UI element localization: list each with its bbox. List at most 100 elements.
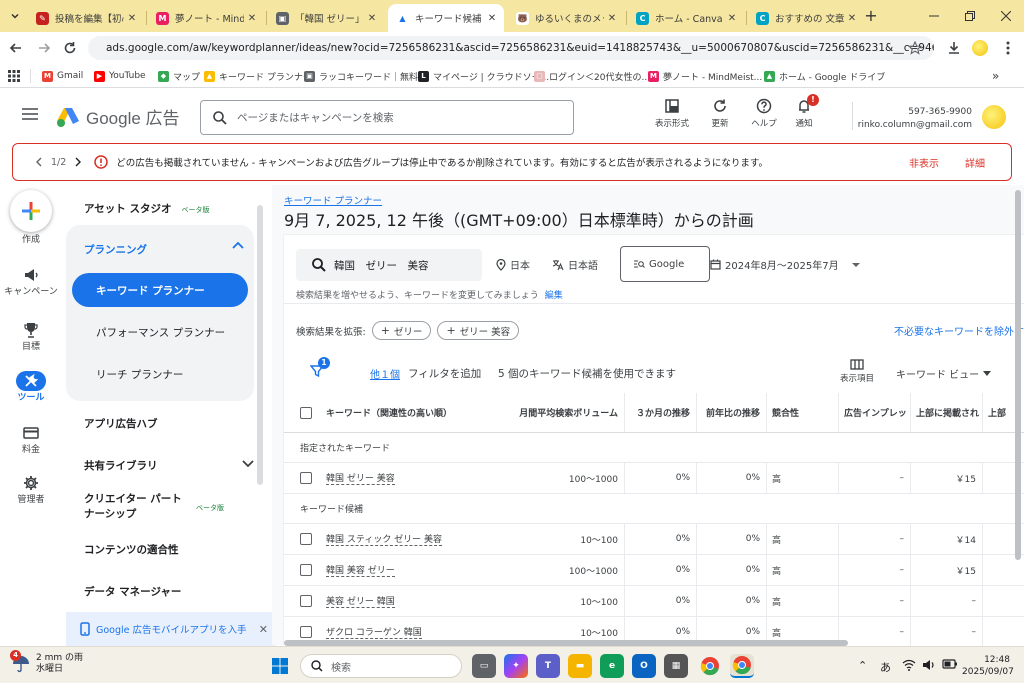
select-all-checkbox[interactable]: [300, 406, 312, 419]
row-checkbox[interactable]: [300, 626, 312, 638]
address-bar[interactable]: ads.google.com/aw/keywordplanner/ideas/n…: [88, 36, 934, 60]
new-tab-button[interactable]: +: [862, 7, 880, 25]
table-row[interactable]: 美容 ゼリー 韓国 10～100 0% 0% 高 – –: [284, 586, 1024, 617]
refresh-button[interactable]: 更新: [698, 98, 742, 129]
page-vertical-scrollbar[interactable]: [1015, 190, 1021, 560]
chevron-right-icon[interactable]: [74, 157, 82, 167]
language-selector[interactable]: 日本語: [552, 257, 598, 272]
table-row[interactable]: 韓国 スティック ゼリー 美容 10～100 0% 0% 高 – ￥14: [284, 524, 1024, 555]
back-button[interactable]: [8, 40, 24, 56]
browser-tab[interactable]: C ホーム - Canva ✕: [628, 4, 744, 32]
account-avatar[interactable]: [982, 105, 1006, 129]
side-nav-scrollbar[interactable]: [257, 205, 263, 485]
close-tab-icon[interactable]: ✕: [124, 13, 140, 24]
browser-tab[interactable]: C おすすめの 文章校✕: [748, 4, 864, 32]
outlook-button[interactable]: O: [632, 654, 656, 678]
keyword-text[interactable]: 韓国 スティック ゼリー 美容: [326, 532, 443, 546]
close-tab-icon[interactable]: ✕: [604, 13, 620, 24]
rail-item-create[interactable]: 作成: [0, 235, 62, 246]
main-menu-button[interactable]: [22, 108, 38, 120]
rail-item-goals[interactable]: 目標: [0, 320, 62, 353]
bookmark-item[interactable]: ▢ ログイン＜20代女性の...: [534, 68, 650, 84]
col-top-of-page-bid-low[interactable]: 上部に掲載され: [916, 393, 982, 432]
date-range-selector[interactable]: 2024年8月～2025年7月: [710, 257, 861, 272]
alert-details-button[interactable]: 詳細: [965, 155, 985, 170]
chrome-button[interactable]: [698, 654, 722, 678]
nav-creator-partnerships[interactable]: クリエイター パートナーシップ ベータ版: [84, 492, 254, 522]
bookmark-item[interactable]: ◆ マップ: [158, 68, 200, 84]
close-tab-icon[interactable]: ✕: [724, 13, 740, 24]
more-bookmarks-button[interactable]: »: [992, 68, 999, 84]
nav-keyword-planner[interactable]: キーワード プランナー: [72, 273, 248, 307]
nav-asset-studio[interactable]: アセット スタジオ ベータ版: [84, 201, 209, 216]
col-yoy-change[interactable]: 前年比の推移: [696, 393, 766, 432]
col-ad-impression-share[interactable]: 広告インプレッ: [844, 393, 910, 432]
close-tab-icon[interactable]: ✕: [844, 13, 860, 24]
broaden-pill-jelly[interactable]: + ゼリー: [371, 321, 432, 340]
browser-tab[interactable]: ▣ 「韓国 ゼリー」のサ✕: [268, 4, 384, 32]
rail-item-billing[interactable]: 料金: [0, 423, 62, 456]
browser-menu-button[interactable]: [1000, 40, 1016, 56]
chevron-left-icon[interactable]: [35, 157, 43, 167]
keyword-text[interactable]: ザクロ コラーゲン 韓国: [326, 625, 422, 639]
bookmark-item[interactable]: L マイページ | クラウドソー...: [418, 68, 549, 84]
bookmark-item[interactable]: ▲ キーワード プランナー: [204, 68, 312, 84]
restore-button[interactable]: [952, 0, 988, 32]
network-status[interactable]: [902, 659, 916, 671]
alert-dismiss-button[interactable]: 非表示: [909, 155, 939, 170]
keyword-query-input[interactable]: 韓国 ゼリー 美容: [296, 249, 482, 281]
taskbar-search[interactable]: 検索: [300, 654, 462, 678]
task-view-button[interactable]: ▭: [472, 654, 496, 678]
edit-keywords-link[interactable]: 編集: [545, 291, 563, 301]
planning-header[interactable]: プランニング: [84, 242, 147, 257]
close-icon[interactable]: ✕: [259, 623, 268, 636]
exclude-keywords-link[interactable]: 不必要なキーワードを除外す: [894, 323, 1024, 338]
weather-widget[interactable]: 4 2 mm の雨 水曜日: [10, 650, 83, 675]
col-competition[interactable]: 競合性: [772, 393, 836, 432]
close-tab-icon[interactable]: ✕: [244, 13, 260, 24]
bookmark-item[interactable]: ▣ ラッコキーワード｜無料...: [304, 68, 427, 84]
reload-button[interactable]: [62, 40, 78, 56]
create-button[interactable]: [10, 190, 52, 232]
col-avg-monthly-searches[interactable]: 月間平均検索ボリューム: [504, 393, 624, 432]
close-tab-icon[interactable]: ✕: [364, 13, 380, 24]
columns-button[interactable]: 表示項目: [840, 359, 874, 384]
breadcrumb-keyword-planner[interactable]: キーワード プランナー: [284, 193, 382, 207]
close-window-button[interactable]: [988, 0, 1024, 32]
apps-button[interactable]: [8, 68, 20, 84]
bookmark-item[interactable]: ▲ ホーム - Google ドライブ: [764, 68, 885, 84]
minimize-button[interactable]: [916, 0, 952, 32]
nav-app-hub[interactable]: アプリ広告ハブ: [84, 416, 158, 431]
keyword-text[interactable]: 韓国 美容 ゼリー: [326, 563, 395, 577]
account-info[interactable]: 597-365-9900 rinko.column@gmail.com: [858, 106, 972, 132]
tab-search-button[interactable]: [6, 7, 24, 25]
appearance-button[interactable]: 表示形式: [650, 98, 694, 129]
nav-shared-library[interactable]: 共有ライブラリ: [84, 458, 254, 473]
ads-search-input[interactable]: ページまたはキャンペーンを検索: [200, 100, 574, 135]
keyword-text[interactable]: 韓国 ゼリー 美容: [326, 471, 395, 485]
bookmark-star-icon[interactable]: [908, 41, 922, 55]
bookmark-item[interactable]: M 夢ノート - MindMeist...: [648, 68, 762, 84]
chrome-profile-button[interactable]: [730, 654, 754, 678]
ime-indicator[interactable]: あ: [880, 659, 891, 675]
col-three-month-change[interactable]: ３か月の推移: [624, 393, 696, 432]
browser-tab[interactable]: M 夢ノート - MindM✕: [148, 4, 264, 32]
battery-status[interactable]: [942, 659, 958, 669]
rail-item-campaigns[interactable]: キャンペーン: [0, 265, 62, 298]
table-row[interactable]: 韓国 ゼリー 美容 100～1000 0% 0% 高 – ￥15: [284, 463, 1024, 494]
help-button[interactable]: ヘルプ: [742, 98, 786, 129]
file-explorer-button[interactable]: ▬: [568, 654, 592, 678]
browser-tab[interactable]: ✎ 投稿を編集【初心 ✕: [28, 4, 144, 32]
start-button[interactable]: [268, 654, 292, 678]
profile-avatar[interactable]: [972, 40, 988, 56]
row-checkbox[interactable]: [300, 533, 312, 545]
table-row[interactable]: 韓国 美容 ゼリー 100～1000 0% 0% 高 – ￥15: [284, 555, 1024, 586]
notifications-button[interactable]: ! 通知: [782, 94, 826, 129]
filter-button[interactable]: 1: [310, 357, 330, 378]
broaden-pill-jelly-beauty[interactable]: + ゼリー 美容: [437, 321, 520, 340]
view-selector[interactable]: キーワード ビュー: [896, 366, 992, 381]
nav-data-manager[interactable]: データ マネージャー: [84, 584, 181, 599]
rail-item-tools[interactable]: ツール: [0, 371, 62, 404]
bookmark-item[interactable]: ▶ YouTube: [94, 68, 146, 84]
edge-button[interactable]: e: [600, 654, 624, 678]
